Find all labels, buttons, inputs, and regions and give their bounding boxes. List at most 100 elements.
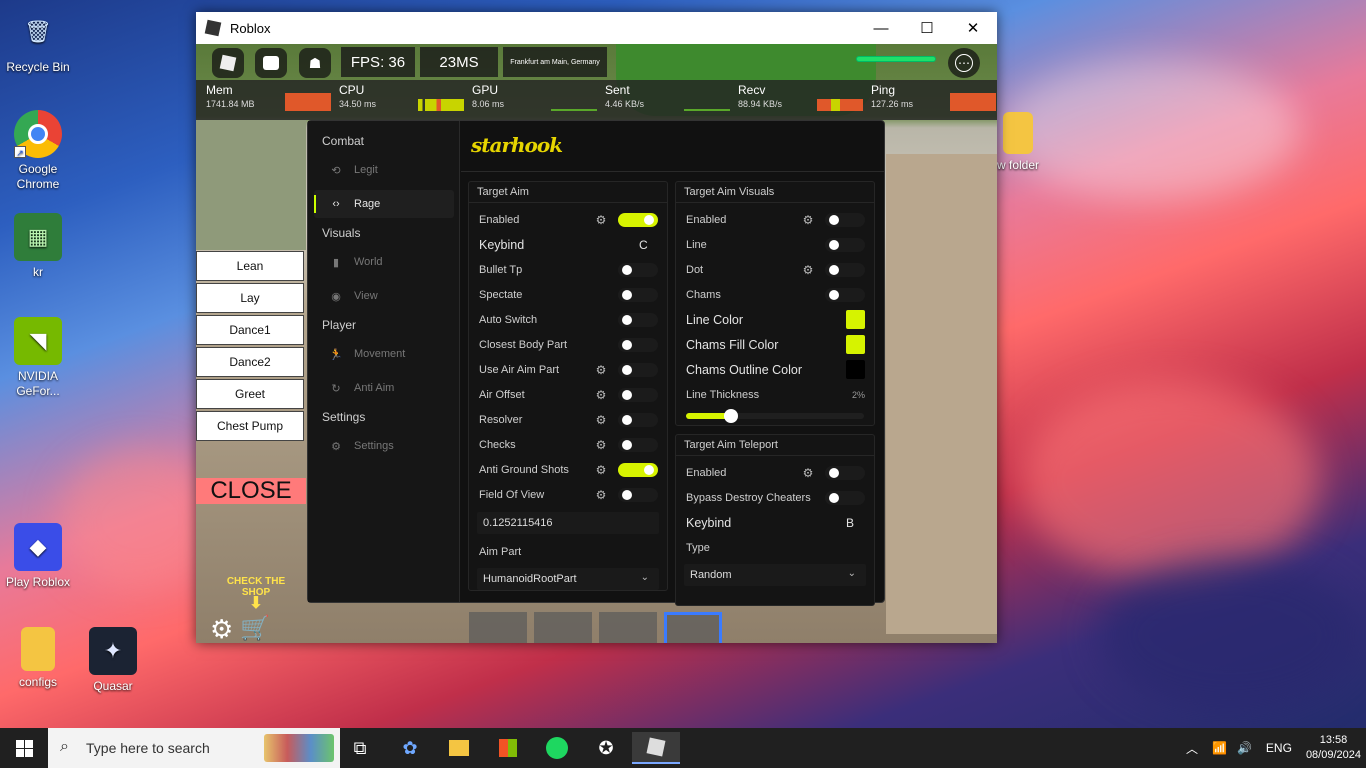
sidebar-item-rage[interactable]: ‹› Rage (314, 190, 454, 218)
desktop-icon-play-roblox[interactable]: ◆ Play Roblox (0, 523, 76, 590)
sidebar-item-movement[interactable]: 🏃 Movement (314, 340, 454, 368)
aim-part-dropdown[interactable]: HumanoidRootPart ⌄ (477, 568, 659, 590)
sidebar-item-legit[interactable]: ⟲ Legit (314, 156, 454, 184)
resolver-toggle[interactable] (618, 413, 658, 427)
task-view-button[interactable]: ⧉ (340, 732, 380, 764)
teleport-enabled-toggle[interactable] (825, 466, 865, 480)
code-icon: ‹› (332, 198, 340, 210)
close-window-button[interactable]: ✕ (950, 12, 996, 44)
avatar-icon: ☗ (308, 54, 322, 71)
starred-app-button[interactable]: ✪ (586, 732, 626, 764)
panel-target-aim: Target Aim Enabled ⚙ Keybind C Bullet Tp… (468, 181, 668, 591)
start-button[interactable] (4, 732, 44, 764)
desktop-icon-quasar[interactable]: ✦ Quasar (75, 627, 151, 694)
volume-icon[interactable]: 🔊 (1237, 741, 1252, 755)
anti-ground-shots-toggle[interactable] (618, 463, 658, 477)
hotbar-slot[interactable] (534, 612, 592, 643)
network-icon[interactable]: 📶 (1212, 741, 1227, 755)
line-color-swatch[interactable] (846, 310, 865, 329)
emote-dance2-button[interactable]: Dance2 (196, 347, 304, 377)
field-of-view-toggle[interactable] (618, 488, 658, 502)
spotify-button[interactable] (537, 732, 577, 764)
sidebar-item-view[interactable]: ◉ View (314, 282, 454, 310)
roblox-menu-button[interactable] (212, 48, 244, 78)
hotbar-slot[interactable] (599, 612, 657, 643)
avatar-button[interactable]: ☗ (299, 48, 331, 78)
maximize-button[interactable]: ☐ (904, 12, 950, 44)
desktop-icon-configs[interactable]: configs (0, 627, 76, 690)
roblox-taskbar-button[interactable] (632, 732, 680, 764)
spectate-toggle[interactable] (618, 288, 658, 302)
running-icon: 🏃 (329, 348, 343, 361)
use-air-aim-part-gear-icon[interactable]: ⚙ (595, 364, 607, 376)
slider-knob[interactable] (723, 409, 738, 423)
bullet-tp-toggle[interactable] (618, 263, 658, 277)
label-chams-outline-color: Chams Outline Color (686, 363, 803, 377)
line-thickness-value: 2% (852, 390, 866, 400)
emote-lean-button[interactable]: Lean (196, 251, 304, 281)
anti-ground-shots-gear-icon[interactable]: ⚙ (595, 464, 607, 476)
section-combat: Combat (322, 134, 365, 148)
copilot-button[interactable]: ✿ (390, 732, 430, 764)
language-indicator[interactable]: ENG (1266, 741, 1292, 755)
visuals-enabled-toggle[interactable] (825, 213, 865, 227)
desktop-icon-nvidia[interactable]: ◥ NVIDIA GeFor... (0, 317, 76, 399)
closest-body-part-toggle[interactable] (618, 338, 658, 352)
sidebar-item-anti-aim[interactable]: ↻ Anti Aim (314, 374, 454, 402)
air-offset-toggle[interactable] (618, 388, 658, 402)
field-of-view-gear-icon[interactable]: ⚙ (595, 489, 607, 501)
checks-gear-icon[interactable]: ⚙ (595, 439, 607, 451)
desktop-icon-recycle-bin[interactable]: 🗑 Recycle Bin (0, 8, 76, 75)
label-keybind: Keybind (479, 238, 525, 252)
store-button[interactable] (488, 732, 528, 764)
line-toggle[interactable] (825, 238, 865, 252)
sidebar-item-settings[interactable]: ⚙ Settings (314, 432, 454, 460)
use-air-aim-part-toggle[interactable] (618, 363, 658, 377)
emote-dance1-button[interactable]: Dance1 (196, 315, 304, 345)
auto-switch-toggle[interactable] (618, 313, 658, 327)
fov-input[interactable]: 0.1252115416 (477, 512, 659, 534)
clock[interactable]: 13:58 08/09/2024 (1306, 733, 1361, 763)
visuals-enabled-gear-icon[interactable]: ⚙ (802, 214, 814, 226)
label-visuals-enabled: Enabled (686, 214, 727, 226)
cloud (1020, 380, 1320, 580)
rotate-icon: ↻ (331, 382, 341, 395)
chevron-up-icon[interactable]: ︿ (1186, 740, 1198, 757)
chams-fill-color-swatch[interactable] (846, 335, 865, 354)
teleport-enabled-gear-icon[interactable]: ⚙ (802, 467, 814, 479)
enabled-gear-icon[interactable]: ⚙ (595, 214, 607, 226)
keybind-value[interactable]: C (639, 238, 648, 252)
chat-button[interactable] (255, 48, 287, 78)
chams-outline-color-swatch[interactable] (846, 360, 865, 379)
chams-toggle[interactable] (825, 288, 865, 302)
emote-greet-button[interactable]: Greet (196, 379, 304, 409)
dot-toggle[interactable] (825, 263, 865, 277)
enabled-toggle[interactable] (618, 213, 658, 227)
emote-lay-button[interactable]: Lay (196, 283, 304, 313)
settings-gear-icon[interactable]: ⚙ (210, 614, 233, 643)
teleport-keybind-value[interactable]: B (846, 516, 854, 530)
desktop-icon-chrome[interactable]: ↗ Google Chrome (0, 110, 76, 192)
more-options-button[interactable]: ⋯ (948, 48, 980, 78)
taskbar-search-input[interactable]: ⌕ Type here to search (48, 728, 340, 768)
emote-chest-pump-button[interactable]: Chest Pump (196, 411, 304, 441)
close-emotes-button[interactable]: CLOSE (196, 477, 306, 504)
server-location: Frankfurt am Main, Germany (503, 47, 607, 77)
label-auto-switch: Auto Switch (479, 314, 538, 326)
file-explorer-button[interactable] (439, 732, 479, 764)
dot-gear-icon[interactable]: ⚙ (802, 264, 814, 276)
air-offset-gear-icon[interactable]: ⚙ (595, 389, 607, 401)
checks-toggle[interactable] (618, 438, 658, 452)
shop-cart-icon[interactable]: 🛒 (240, 614, 270, 643)
hotbar-slot[interactable] (469, 612, 527, 643)
shortcut-arrow-icon: ↗ (14, 146, 26, 158)
minimize-button[interactable]: — (858, 12, 904, 44)
resolver-gear-icon[interactable]: ⚙ (595, 414, 607, 426)
sidebar-item-world[interactable]: ▮ World (314, 248, 454, 276)
hotbar-slot-selected[interactable] (664, 612, 722, 643)
type-dropdown[interactable]: Random ⌄ (684, 564, 866, 586)
line-thickness-slider[interactable] (686, 409, 864, 423)
roblox-logo-icon (204, 19, 222, 37)
bypass-destroy-cheaters-toggle[interactable] (825, 491, 865, 505)
desktop-icon-kr[interactable]: ▦ kr (0, 213, 76, 280)
